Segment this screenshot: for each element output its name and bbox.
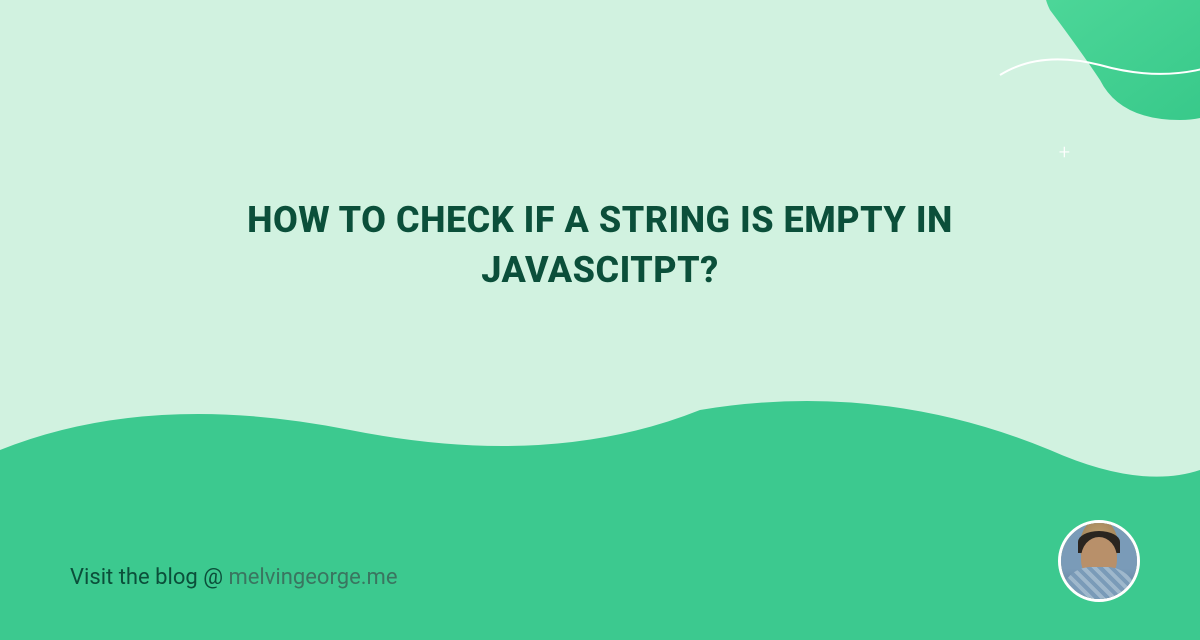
footer-domain[interactable]: melvingeorge.me <box>228 565 397 590</box>
page-title: HOW TO CHECK IF A STRING IS EMPTY IN JAV… <box>150 195 1050 296</box>
plus-icon: + <box>1059 140 1070 164</box>
footer-cta: Visit the blog @ melvingeorge.me <box>70 565 398 590</box>
avatar <box>1058 520 1140 602</box>
decorative-blob <box>960 0 1200 180</box>
wave-decoration <box>0 360 1200 640</box>
footer-prefix: Visit the blog @ <box>70 565 228 590</box>
